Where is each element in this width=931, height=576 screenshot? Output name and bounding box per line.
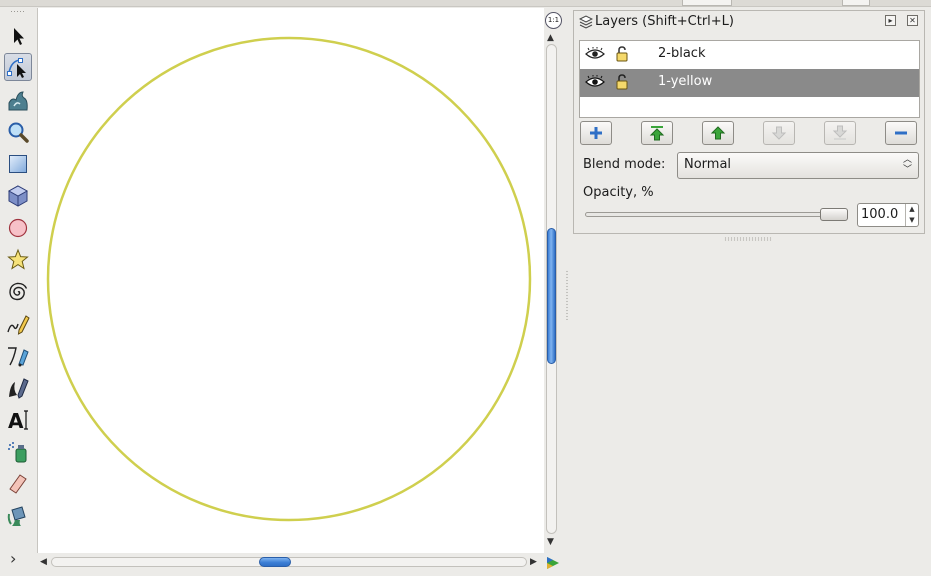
zoom-tool-icon [8,122,29,143]
add-layer-button[interactable] [580,121,612,145]
layer-row-1-yellow[interactable]: 1-yellow [580,69,919,97]
scroll-up-icon[interactable]: ▲ [547,33,554,43]
opacity-label: Opacity, % [583,185,654,200]
scroll-right-icon[interactable]: ▶ [530,557,537,567]
horizontal-scrollbar[interactable]: ◀ ▶ [37,554,543,570]
toolbox-grip[interactable] [10,10,26,14]
spiral-tool-button[interactable] [4,278,32,306]
arrow-bottom-icon [832,125,848,140]
layers-icon [579,15,593,29]
arrow-down-icon [771,126,787,140]
eye-visible-icon[interactable] [585,47,605,61]
selector-tool-icon [14,28,24,45]
delete-layer-button[interactable] [885,121,917,145]
spiral-tool-icon [9,282,28,301]
star-tool-button[interactable] [4,246,32,274]
panel-divider[interactable] [565,8,569,574]
paint-bucket-tool-icon [7,506,26,526]
top-tab[interactable] [682,0,732,6]
opacity-spinbox[interactable]: 100.0 ▲ ▼ [857,203,919,227]
eye-visible-icon[interactable] [585,75,605,89]
scroll-down-icon[interactable]: ▼ [547,537,554,547]
minus-icon [895,131,907,135]
layers-dialog: Layers (Shift+Ctrl+L) ▸ ✕ 2-black 1-yell… [573,10,925,234]
dock-iconify-icon[interactable]: ▸ [885,15,896,26]
top-tab[interactable] [842,0,870,6]
pencil-tool-button[interactable] [4,310,32,338]
spray-tool-icon [8,442,27,463]
pencil-tool-icon [7,315,30,335]
spray-tool-button[interactable] [4,438,32,466]
unlock-icon[interactable] [615,74,629,90]
vertical-scroll-thumb[interactable] [547,228,556,364]
raise-layer-button[interactable] [702,121,734,145]
opacity-slider-knob[interactable] [820,208,848,221]
arrow-top-icon [649,126,665,141]
box3d-tool-button[interactable] [4,182,32,210]
layer-list[interactable]: 2-black 1-yellow [579,40,920,118]
opacity-value[interactable]: 100.0 [861,207,898,222]
eraser-tool-button[interactable] [4,470,32,498]
zoom-1to1-icon[interactable]: 1:1 [545,12,562,29]
paint-bucket-tool-button[interactable] [4,502,32,530]
blend-mode-label: Blend mode: [583,157,666,172]
vertical-scrollbar[interactable]: ▲ ▼ [544,30,559,550]
lower-layer-button[interactable] [763,121,795,145]
horizontal-scroll-thumb[interactable] [259,557,291,567]
zoom-tool-button[interactable] [4,118,32,146]
svg-text:A: A [8,409,24,432]
layers-dialog-titlebar: Layers (Shift+Ctrl+L) ▸ ✕ [574,11,924,33]
rect-tool-icon [9,155,27,173]
top-strip [0,0,931,7]
color-manage-icon[interactable] [546,556,560,570]
plus-icon [590,127,602,139]
tweak-tool-button[interactable] [4,86,32,114]
layer-name[interactable]: 2-black [658,46,705,61]
opacity-slider-track[interactable] [585,212,847,217]
dock-close-icon[interactable]: ✕ [907,15,918,26]
lower-layer-to-bottom-button[interactable] [824,121,856,145]
calligraphy-tool-icon [9,378,29,399]
star-tool-icon [7,248,29,270]
selector-tool-button[interactable] [4,22,32,50]
layers-dialog-title: Layers (Shift+Ctrl+L) [595,14,735,29]
dock-resize-grip[interactable] [724,237,772,241]
toolbox-expand-icon[interactable]: › [10,549,16,568]
node-tool-icon [7,58,26,78]
eraser-tool-icon [9,474,27,494]
tweak-tool-icon [8,91,28,111]
layer-name[interactable]: 1-yellow [658,74,712,89]
ellipse-tool-icon [8,218,28,238]
drawing-canvas[interactable] [37,8,544,553]
blend-mode-select[interactable]: Normal ︿ ﹀ [677,152,919,179]
scroll-left-icon[interactable]: ◀ [40,557,47,567]
blend-mode-value: Normal [684,157,732,172]
node-tool-button[interactable] [4,53,32,81]
select-chevron-icon: ︿ ﹀ [902,155,912,175]
raise-layer-to-top-button[interactable] [641,121,673,145]
ellipse-tool-button[interactable] [4,214,32,242]
yellow-circle[interactable] [46,36,532,522]
box3d-tool-icon [7,185,29,207]
text-tool-button[interactable]: A [4,406,32,434]
layer-row-2-black[interactable]: 2-black [580,41,919,69]
unlock-icon[interactable] [615,46,629,62]
rect-tool-button[interactable] [4,150,32,178]
arrow-up-icon [710,126,726,140]
text-tool-icon: A [8,409,28,432]
spin-arrows-icon[interactable]: ▲ ▼ [905,204,918,226]
pen-tool-button[interactable] [4,342,32,370]
pen-tool-icon [8,347,29,367]
toolbox: A › [0,8,36,574]
canvas-drawing [46,36,532,522]
calligraphy-tool-button[interactable] [4,374,32,402]
